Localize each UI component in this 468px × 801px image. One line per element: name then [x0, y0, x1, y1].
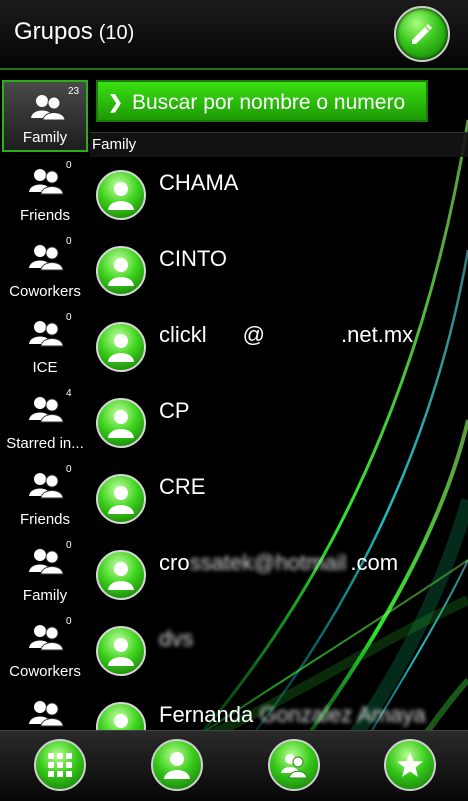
group-icon — [29, 169, 64, 195]
contact-name: CP — [159, 398, 190, 423]
contact-name-part: @ — [242, 322, 266, 347]
contact-row[interactable]: CP — [90, 384, 468, 460]
group-count-badge: 0 — [66, 312, 72, 323]
group-label: Coworkers — [9, 663, 81, 680]
group-label: Family — [22, 129, 68, 146]
dialpad-button[interactable] — [34, 739, 86, 791]
contact-row[interactable]: CINTO — [90, 232, 468, 308]
contact-name: crossatek@hotmail .com — [159, 550, 398, 576]
group-item-family-2[interactable]: 0 Family — [2, 536, 88, 608]
group-item-family[interactable]: 23 Family — [2, 80, 88, 152]
page-title: Grupos (10) — [14, 18, 134, 46]
app-header: Grupos (10) — [0, 0, 468, 70]
group-label: Friends — [19, 207, 71, 224]
group-count-badge: 23 — [68, 86, 80, 97]
contacts-list: CHAMA CINTO clickl @ .net.mx CP CRE crossa… — [90, 156, 468, 752]
group-count-badge: 0 — [66, 160, 72, 171]
star-icon — [397, 752, 423, 777]
group-count-badge: 4 — [66, 388, 72, 399]
avatar — [96, 626, 146, 676]
group-icon — [29, 549, 64, 575]
title-text: Grupos — [14, 18, 93, 45]
contact-name-part: Fernanda — [159, 702, 254, 727]
group-count-badge: 0 — [66, 616, 72, 627]
contact-name: clickl @ .net.mx — [159, 322, 413, 348]
group-item-friends[interactable]: 0 Friends — [2, 156, 88, 228]
avatar — [96, 550, 146, 600]
contact-row[interactable]: CRE — [90, 460, 468, 536]
contact-row[interactable]: clickl @ .net.mx — [90, 308, 468, 384]
contact-name-part: Gonzalez Amaya — [259, 702, 426, 727]
contact-name: CHAMA — [159, 170, 239, 195]
current-group-label: Family — [92, 136, 137, 153]
dialpad-icon — [48, 753, 72, 777]
group-icon — [29, 245, 64, 271]
contact-name-part: .net.mx — [341, 322, 414, 347]
group-item-friends-2[interactable]: 0 Friends — [2, 460, 88, 532]
current-group-bar: Family — [90, 132, 468, 157]
contact-name: Fernanda Gonzalez Amaya — [159, 702, 426, 728]
chevron-right-icon: ❯ — [108, 92, 124, 112]
avatar — [96, 474, 146, 524]
avatar — [96, 322, 146, 372]
contact-row[interactable]: dvs — [90, 612, 468, 688]
favorites-button[interactable] — [384, 739, 436, 791]
contact-name-part: ssatek@hotmail — [189, 550, 347, 575]
search-placeholder: Buscar por nombre o numero — [132, 91, 406, 114]
person-icon — [108, 486, 134, 514]
search-box[interactable]: ❯ Buscar por nombre o numero — [96, 80, 428, 122]
group-item-starred[interactable]: 4 Starred in... — [2, 384, 88, 456]
group-item-coworkers[interactable]: 0 Coworkers — [2, 232, 88, 304]
group-icon — [29, 473, 64, 499]
avatar — [96, 246, 146, 296]
group-icon — [29, 701, 64, 727]
group-label: ICE — [32, 359, 58, 376]
group-icon — [29, 321, 64, 347]
group-item-partial[interactable] — [2, 688, 88, 732]
person-icon — [108, 258, 134, 286]
group-label: Family — [22, 587, 68, 604]
group-icon — [31, 95, 66, 121]
contact-name: CRE — [159, 474, 206, 499]
contacts-icon — [164, 752, 190, 779]
person-icon — [108, 562, 134, 590]
avatar — [96, 170, 146, 220]
person-icon — [108, 334, 134, 362]
bottom-toolbar — [0, 730, 468, 801]
groups-button[interactable] — [268, 739, 320, 791]
group-item-ice[interactable]: 0 ICE — [2, 308, 88, 380]
contacts-button[interactable] — [151, 739, 203, 791]
group-label: Coworkers — [9, 283, 81, 300]
group-icon — [29, 625, 64, 651]
groups-icon — [281, 754, 308, 779]
contact-row[interactable]: CHAMA — [90, 156, 468, 232]
contact-name: dvs — [159, 626, 194, 651]
group-count-badge: 0 — [66, 464, 72, 475]
person-icon — [108, 182, 134, 210]
group-count-badge: 0 — [66, 540, 72, 551]
person-icon — [108, 410, 134, 438]
groups-list: 23 Family 0 Friends 0 Coworkers 0 ICE 4 … — [0, 76, 90, 732]
contact-row[interactable]: crossatek@hotmail .com — [90, 536, 468, 612]
contact-name-part: cro — [159, 550, 190, 575]
pencil-icon — [412, 24, 432, 44]
contact-name: CINTO — [159, 246, 228, 271]
group-icon — [29, 397, 64, 423]
edit-button[interactable] — [394, 6, 450, 62]
group-item-coworkers-2[interactable]: 0 Coworkers — [2, 612, 88, 684]
avatar — [96, 398, 146, 448]
person-icon — [108, 638, 134, 666]
group-label: Starred in... — [6, 435, 84, 452]
contact-name-part: clickl — [159, 322, 207, 347]
contact-name-part: .com — [350, 550, 399, 575]
group-count-badge: 0 — [66, 236, 72, 247]
group-label: Friends — [19, 511, 71, 528]
group-count: (10) — [98, 22, 135, 44]
